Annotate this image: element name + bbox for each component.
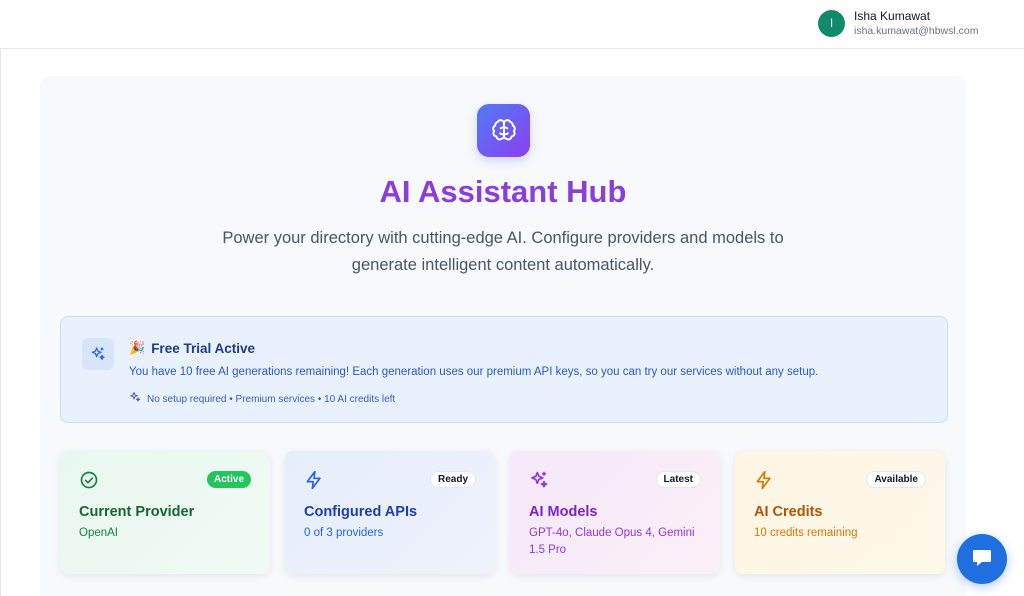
party-icon: 🎉 [129, 340, 146, 355]
sidebar-edge [0, 49, 1, 596]
brain-icon [477, 104, 530, 157]
card-title: AI Models [529, 504, 598, 520]
page-subtitle: Power your directory with cutting-edge A… [222, 229, 784, 274]
card-subtitle: 0 of 3 providers [304, 527, 384, 539]
status-badge: Available [866, 471, 926, 488]
card-subtitle: OpenAI [79, 527, 118, 539]
avatar[interactable]: I [818, 9, 845, 37]
lightning-icon [304, 470, 324, 490]
ai-hub-panel: AI Assistant Hub Power your directory wi… [40, 76, 966, 596]
card-title: Current Provider [79, 504, 195, 520]
sparkles-icon [82, 338, 114, 370]
user-email: isha.kumawat@hbwsl.com [854, 25, 979, 37]
lightning-icon [754, 470, 774, 490]
status-badge: Ready [429, 471, 476, 488]
current-provider-card[interactable]: Active Current Provider OpenAI [60, 451, 270, 574]
status-badge: Active [206, 471, 251, 488]
card-subtitle: 10 credits remaining [754, 527, 858, 539]
sparkles-icon [129, 390, 141, 408]
status-badge: Latest [655, 471, 701, 488]
ai-models-card[interactable]: Latest AI Models GPT-4o, Claude Opus 4, … [510, 451, 720, 574]
user-name: Isha Kumawat [854, 9, 931, 23]
free-trial-banner: 🎉 Free Trial Active You have 10 free AI … [60, 316, 948, 423]
trial-description: You have 10 free AI generations remainin… [129, 366, 819, 378]
check-circle-icon [79, 470, 99, 490]
user-menu[interactable]: I Isha Kumawat isha.kumawat@hbwsl.com [818, 9, 978, 37]
card-title: Configured APIs [304, 504, 418, 520]
card-title: AI Credits [754, 504, 823, 520]
ai-credits-card[interactable]: Available AI Credits 10 credits remainin… [735, 451, 945, 574]
sparkles-icon [529, 470, 549, 490]
top-bar: I Isha Kumawat isha.kumawat@hbwsl.com [0, 0, 1024, 49]
configured-apis-card[interactable]: Ready Configured APIs 0 of 3 providers [285, 451, 495, 574]
trial-meta-text: No setup required • Premium services • 1… [147, 393, 396, 405]
page-title: AI Assistant Hub [379, 174, 627, 209]
user-info: Isha Kumawat isha.kumawat@hbwsl.com [854, 9, 978, 37]
trial-title: Free Trial Active [151, 340, 255, 356]
trial-meta: No setup required • Premium services • 1… [129, 390, 395, 408]
chat-bubble-icon [970, 545, 994, 574]
trial-title-row: 🎉 Free Trial Active [129, 340, 255, 356]
card-subtitle: GPT-4o, Claude Opus 4, Gemini 1.5 Pro [529, 527, 695, 556]
chat-button[interactable] [957, 534, 1007, 584]
